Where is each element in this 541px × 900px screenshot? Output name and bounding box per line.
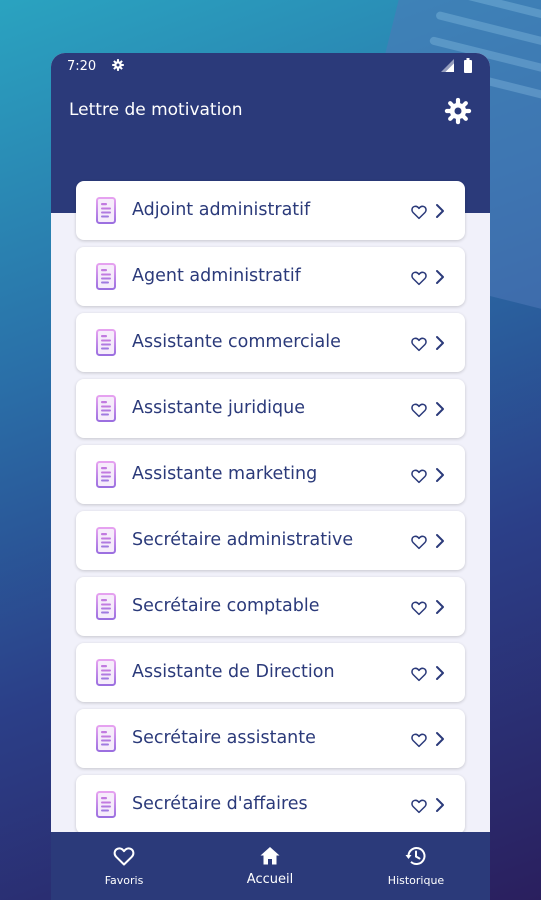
- list-item[interactable]: Assistante marketing: [76, 445, 465, 504]
- heart-outline-icon: [113, 847, 135, 866]
- list-item-label: Adjoint administratif: [132, 200, 311, 220]
- battery-icon: [464, 58, 472, 73]
- heart-icon[interactable]: [410, 401, 428, 423]
- list-item-label: Assistante de Direction: [132, 662, 335, 682]
- list-item-label: Secrétaire comptable: [132, 596, 320, 616]
- chevron-right-icon: [434, 203, 446, 223]
- document-icon: [96, 395, 116, 426]
- document-icon: [96, 791, 116, 822]
- chevron-right-icon: [434, 665, 446, 685]
- heart-icon[interactable]: [410, 335, 428, 357]
- document-icon: [96, 197, 116, 228]
- list-item[interactable]: Secrétaire administrative: [76, 511, 465, 570]
- chevron-right-icon: [434, 533, 446, 553]
- document-icon: [96, 329, 116, 360]
- document-icon: [96, 263, 116, 294]
- chevron-right-icon: [434, 467, 446, 487]
- chevron-right-icon: [434, 797, 446, 817]
- bottom-navigation: Favoris Accueil Historique: [51, 832, 490, 900]
- chevron-right-icon: [434, 599, 446, 619]
- list-item-label: Assistante marketing: [132, 464, 318, 484]
- heart-icon[interactable]: [410, 599, 428, 621]
- list-item[interactable]: Secrétaire assistante: [76, 709, 465, 768]
- chevron-right-icon: [434, 335, 446, 355]
- nav-label-favorites: Favoris: [104, 874, 144, 887]
- list-item[interactable]: Secrétaire d'affaires: [76, 775, 465, 834]
- job-list: Adjoint administratif Agent administratif…: [76, 181, 465, 841]
- nav-label-history: Historique: [387, 874, 445, 887]
- nav-label-home: Accueil: [246, 872, 294, 887]
- chevron-right-icon: [434, 731, 446, 751]
- home-icon: [260, 847, 280, 865]
- gear-icon: [112, 59, 124, 71]
- document-icon: [96, 725, 116, 756]
- status-bar: 7:20: [51, 53, 490, 81]
- document-icon: [96, 527, 116, 558]
- list-item[interactable]: Assistante de Direction: [76, 643, 465, 702]
- nav-history[interactable]: Historique: [343, 832, 489, 900]
- document-icon: [96, 461, 116, 492]
- heart-icon[interactable]: [410, 731, 428, 753]
- heart-icon[interactable]: [410, 533, 428, 555]
- chevron-right-icon: [434, 269, 446, 289]
- chevron-right-icon: [434, 401, 446, 421]
- list-item[interactable]: Assistante commerciale: [76, 313, 465, 372]
- list-item-label: Secrétaire assistante: [132, 728, 316, 748]
- list-item-label: Secrétaire d'affaires: [132, 794, 308, 814]
- document-icon: [96, 593, 116, 624]
- heart-icon[interactable]: [410, 665, 428, 687]
- list-item[interactable]: Secrétaire comptable: [76, 577, 465, 636]
- history-icon: [405, 847, 426, 865]
- nav-favorites[interactable]: Favoris: [51, 832, 197, 900]
- phone-screen: 7:20 Lettre de motivation Adjoint admini…: [51, 53, 490, 900]
- heart-icon[interactable]: [410, 269, 428, 291]
- list-item[interactable]: Agent administratif: [76, 247, 465, 306]
- status-time: 7:20: [67, 59, 97, 74]
- heart-icon[interactable]: [410, 203, 428, 225]
- app-title: Lettre de motivation: [69, 100, 243, 120]
- document-icon: [96, 659, 116, 690]
- list-item[interactable]: Assistante juridique: [76, 379, 465, 438]
- list-item-label: Agent administratif: [132, 266, 301, 286]
- heart-icon[interactable]: [410, 467, 428, 489]
- settings-gear-icon[interactable]: [444, 97, 472, 125]
- signal-icon: [441, 59, 454, 72]
- list-item-label: Assistante commerciale: [132, 332, 341, 352]
- nav-home[interactable]: Accueil: [197, 832, 343, 900]
- list-item-label: Assistante juridique: [132, 398, 306, 418]
- list-item-label: Secrétaire administrative: [132, 530, 354, 550]
- list-item[interactable]: Adjoint administratif: [76, 181, 465, 240]
- heart-icon[interactable]: [410, 797, 428, 819]
